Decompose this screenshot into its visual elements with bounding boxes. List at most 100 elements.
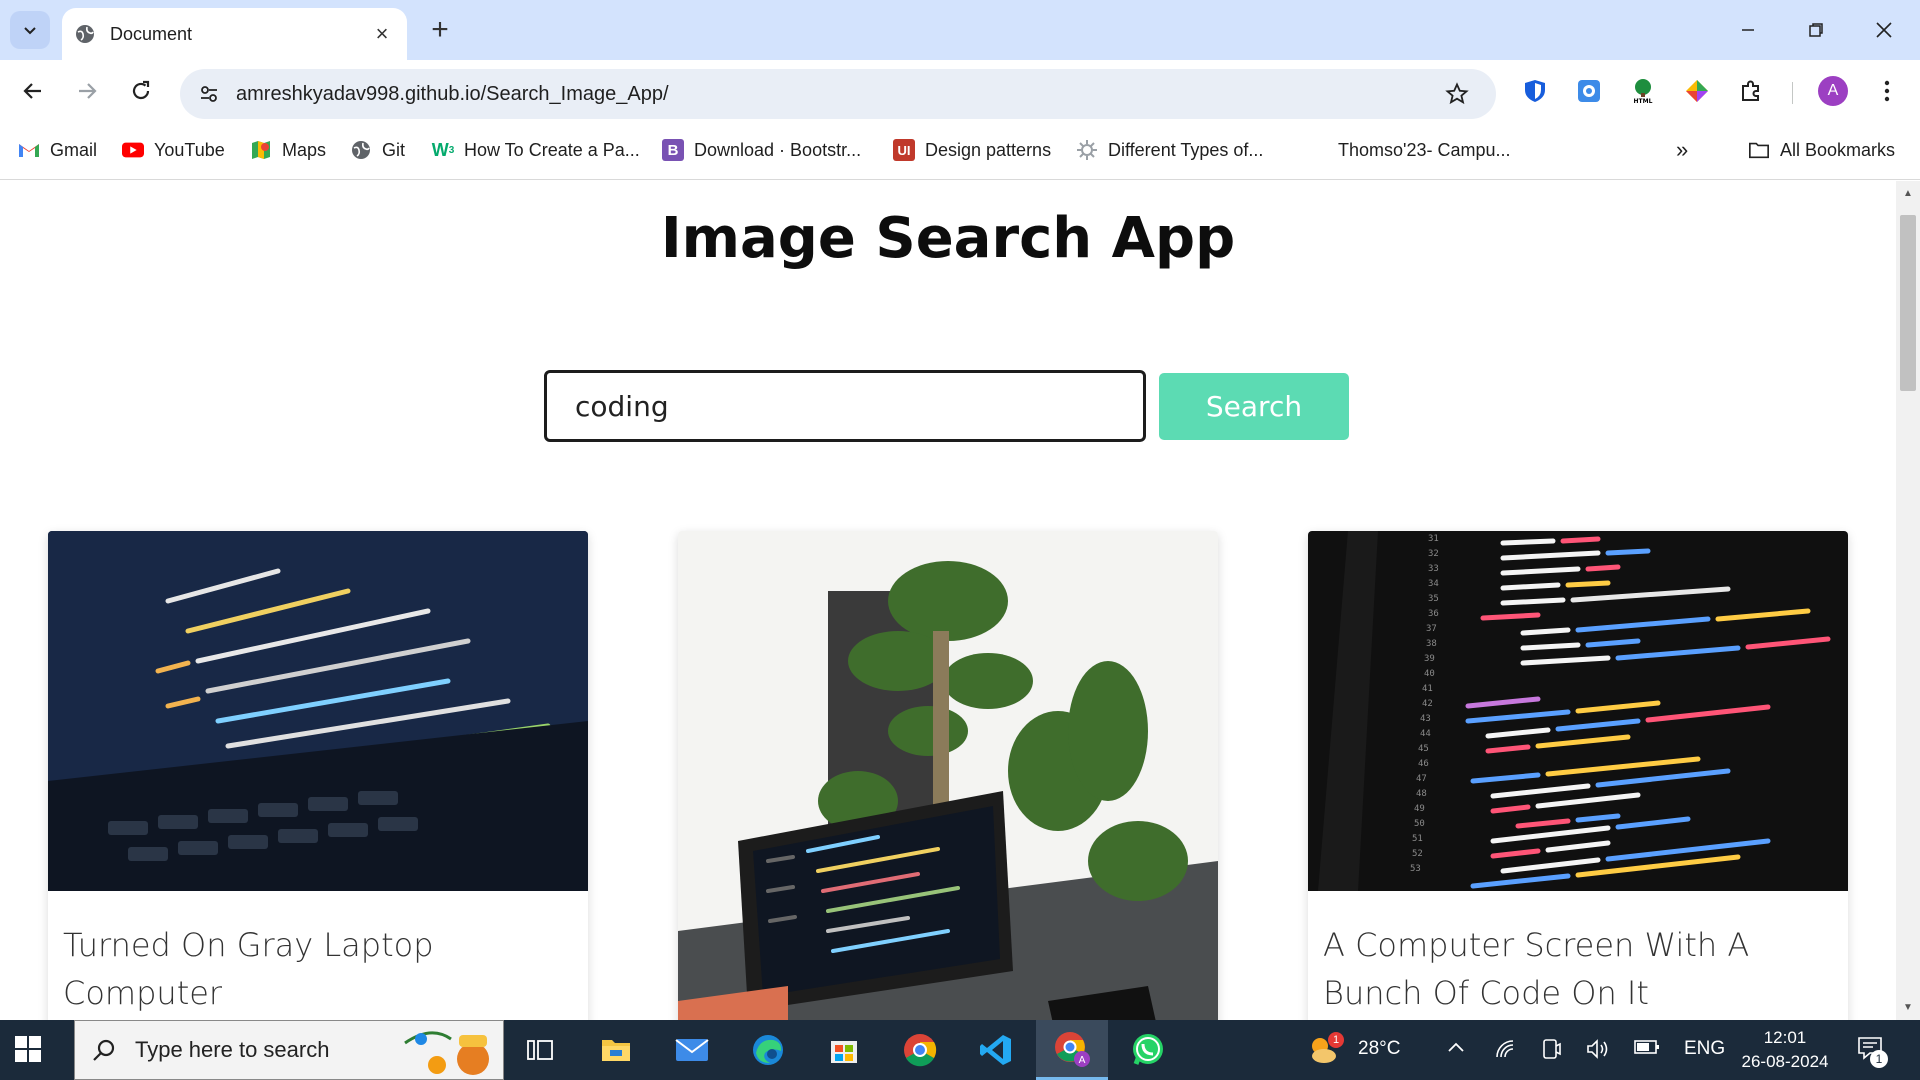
svg-text:36: 36	[1428, 609, 1439, 619]
url-text[interactable]: amreshkyadav998.github.io/Search_Image_A…	[236, 83, 1442, 106]
diamond-icon	[1686, 80, 1708, 102]
result-image-laptop-plant[interactable]	[678, 531, 1218, 1020]
svg-text:46: 46	[1418, 759, 1429, 769]
chrome-profile-button[interactable]: A	[1036, 1020, 1108, 1080]
result-caption: Turned On Gray Laptop Computer	[63, 926, 434, 1012]
svg-text:32: 32	[1428, 549, 1439, 559]
network-button[interactable]	[1494, 1038, 1516, 1066]
svg-text:33: 33	[1428, 564, 1439, 574]
close-tab-icon[interactable]: ×	[371, 21, 393, 46]
search-input[interactable]: coding	[544, 370, 1146, 442]
extension-html[interactable]: HTML	[1628, 76, 1658, 106]
chrome-icon	[904, 1034, 937, 1067]
bootstrap-icon: B	[662, 139, 684, 161]
active-tab[interactable]: Document ×	[62, 8, 407, 60]
tab-search-button[interactable]	[10, 11, 50, 49]
scroll-up-arrow-icon[interactable]: ▲	[1900, 185, 1916, 201]
extension-screen[interactable]	[1574, 76, 1604, 106]
forward-button[interactable]	[70, 74, 104, 108]
svg-text:51: 51	[1412, 834, 1423, 844]
clock[interactable]: 12:01 26-08-2024	[1730, 1026, 1840, 1074]
globe-icon	[76, 25, 94, 43]
result-card[interactable]: 31 32 33 34 35 36 37 38 39 40 41 42 43 44 45 46 47 48…	[1308, 531, 1848, 1020]
battery-button[interactable]	[1634, 1038, 1660, 1062]
page-scrollbar[interactable]: ▲ ▼	[1896, 181, 1920, 1020]
extension-bitwarden[interactable]	[1520, 76, 1550, 106]
speaker-icon	[1587, 1039, 1608, 1059]
extensions-button[interactable]	[1736, 76, 1766, 106]
toolbar-divider	[1792, 82, 1793, 104]
svg-text:41: 41	[1422, 684, 1433, 694]
scroll-down-arrow-icon[interactable]: ▼	[1900, 999, 1916, 1015]
bookmark-bootstrap[interactable]: B Download · Bootstr...	[662, 136, 861, 164]
gear-icon	[1076, 139, 1098, 161]
chevron-up-icon	[1448, 1042, 1464, 1052]
edge-button[interactable]	[732, 1020, 804, 1080]
arrow-left-icon	[23, 83, 41, 99]
language-indicator[interactable]: ENG	[1684, 1038, 1725, 1060]
address-bar[interactable]: amreshkyadav998.github.io/Search_Image_A…	[180, 69, 1496, 119]
chrome-button[interactable]	[884, 1020, 956, 1080]
all-bookmarks-button[interactable]: All Bookmarks	[1748, 136, 1895, 164]
bookmark-youtube[interactable]: YouTube	[122, 136, 225, 164]
close-window-button[interactable]	[1864, 14, 1904, 46]
page-title: Image Search App	[660, 206, 1236, 271]
file-explorer-button[interactable]	[580, 1020, 652, 1080]
minimize-button[interactable]	[1728, 14, 1768, 46]
meet-now-button[interactable]	[1540, 1038, 1562, 1066]
w3-icon: W3	[431, 139, 455, 160]
profile-avatar[interactable]: A	[1818, 76, 1848, 106]
search-button[interactable]: Search	[1159, 373, 1349, 440]
whatsapp-button[interactable]	[1112, 1020, 1184, 1080]
task-view-button[interactable]	[504, 1020, 576, 1080]
start-button[interactable]	[14, 1035, 44, 1065]
extension-colorful[interactable]	[1682, 76, 1712, 106]
page-viewport: Image Search App coding Search Turned On…	[0, 181, 1896, 1020]
browser-menu-button[interactable]	[1872, 76, 1902, 106]
tab-title: Document	[110, 23, 193, 44]
notification-count-badge: 1	[1870, 1050, 1888, 1068]
chevron-down-icon	[24, 27, 36, 35]
store-button[interactable]	[808, 1020, 880, 1080]
taskbar-search[interactable]: Type here to search	[74, 1020, 504, 1080]
tree-icon: HTML	[1631, 79, 1655, 105]
result-card[interactable]: Turned On Gray Laptop Computer	[48, 531, 588, 1020]
svg-text:31: 31	[1428, 534, 1439, 544]
battery-icon	[1634, 1040, 1659, 1054]
bookmark-gmail[interactable]: Gmail	[18, 136, 97, 164]
svg-text:47: 47	[1416, 774, 1427, 784]
volume-button[interactable]	[1586, 1038, 1610, 1066]
ui-icon: UI	[893, 139, 915, 161]
show-hidden-icons-button[interactable]	[1446, 1038, 1466, 1064]
restore-button[interactable]	[1796, 14, 1836, 46]
scrollbar-thumb[interactable]	[1900, 215, 1916, 391]
bookmark-design-patterns[interactable]: UI Design patterns	[893, 136, 1051, 164]
bookmark-git[interactable]: Git	[350, 136, 405, 164]
bookmark-w3schools[interactable]: W3 How To Create a Pa...	[432, 136, 640, 164]
new-tab-button[interactable]: +	[424, 13, 456, 46]
browser-toolbar: amreshkyadav998.github.io/Search_Image_A…	[0, 60, 1920, 120]
bookmark-maps[interactable]: Maps	[250, 136, 326, 164]
vscode-button[interactable]	[960, 1020, 1032, 1080]
svg-text:48: 48	[1416, 789, 1427, 799]
reload-button[interactable]	[124, 74, 158, 108]
svg-text:42: 42	[1422, 699, 1433, 709]
result-card[interactable]	[678, 531, 1218, 1020]
result-image-code-screen[interactable]: 31 32 33 34 35 36 37 38 39 40 41 42 43 44 45 46 47 48…	[1308, 531, 1848, 891]
more-bookmarks-button[interactable]: »	[1676, 136, 1688, 164]
bookmark-different-types[interactable]: Different Types of...	[1076, 136, 1263, 164]
wifi-icon	[1496, 1040, 1514, 1058]
maps-icon	[250, 139, 272, 161]
mail-button[interactable]	[656, 1020, 728, 1080]
store-icon	[831, 1041, 857, 1063]
temperature-text[interactable]: 28°C	[1358, 1038, 1400, 1060]
bookmark-thomso[interactable]: Thomso'23- Campu...	[1338, 136, 1511, 164]
restore-icon	[1809, 23, 1823, 37]
windows-logo-icon	[15, 1036, 41, 1062]
result-image-laptop-code[interactable]	[48, 531, 588, 891]
close-icon	[1876, 22, 1892, 38]
back-button[interactable]	[16, 74, 50, 108]
puzzle-icon	[1742, 80, 1759, 101]
bookmark-star-button[interactable]	[1442, 79, 1472, 109]
site-info-button[interactable]	[194, 79, 224, 109]
